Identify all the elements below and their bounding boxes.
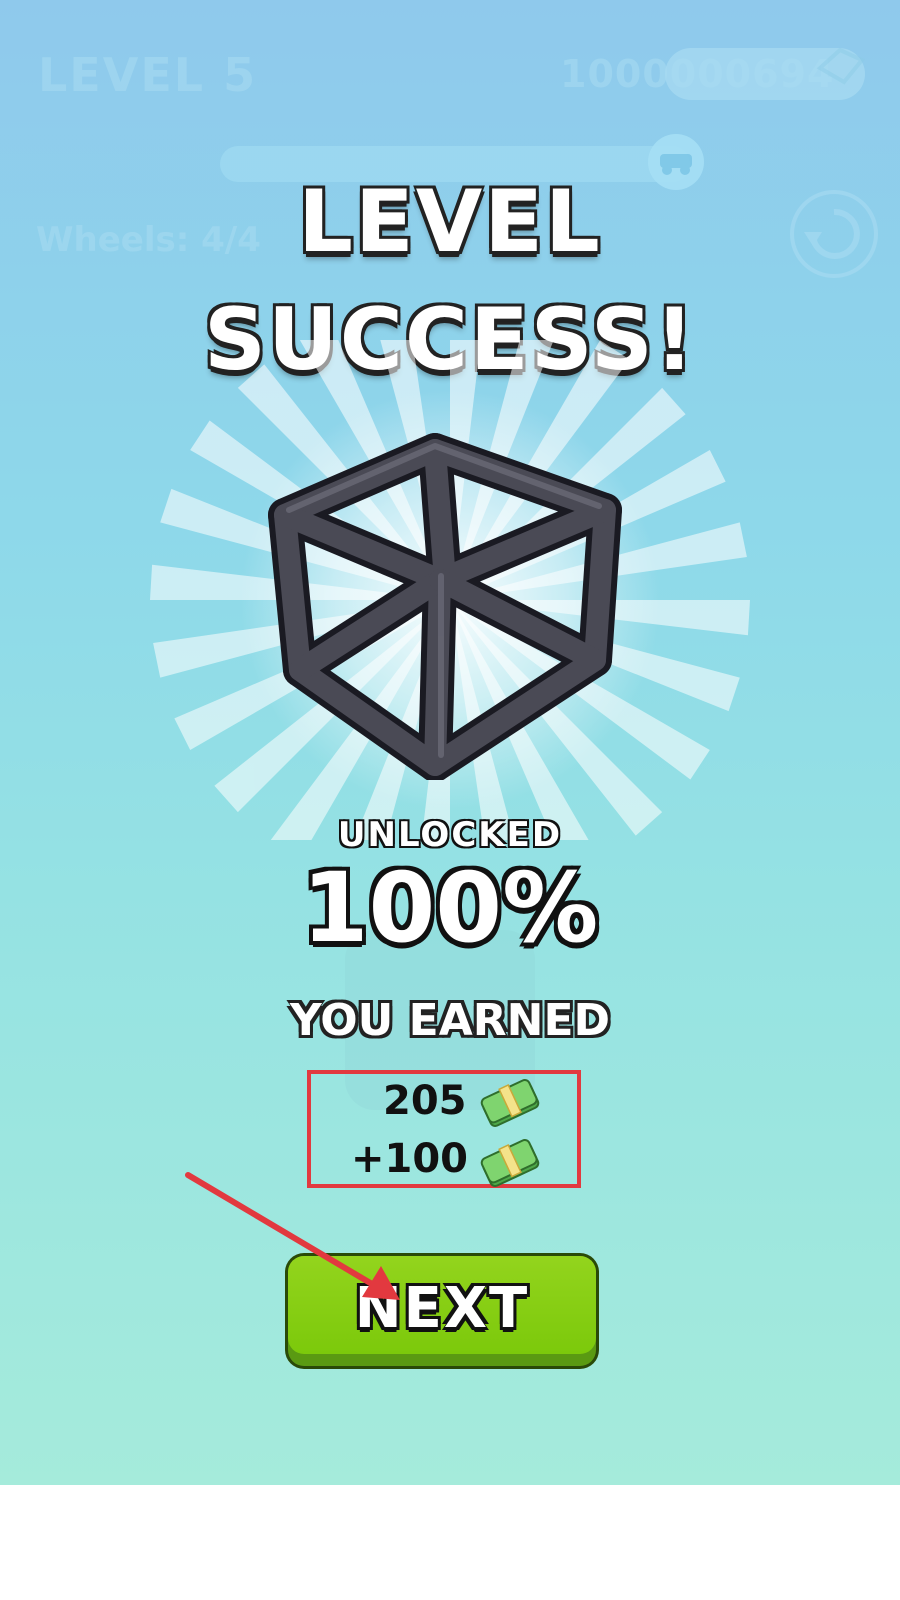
wireframe-cube-icon [268,433,622,780]
next-button-label: NEXT [354,1276,530,1341]
game-screen: LEVEL 5 1000000694 Wheels: 4/4 LEVEL SUC… [0,0,900,1485]
unlocked-label: UNLOCKED [337,815,563,855]
gem-icon [816,47,866,85]
coin-count: 1000000694 [560,52,835,96]
cash-icon [480,1079,540,1127]
next-button[interactable]: NEXT [288,1256,596,1366]
earned-label: YOU EARNED [289,995,611,1046]
unlocked-percent: 100% [301,852,599,964]
success-title-line1: LEVEL [298,172,602,272]
reward-base-amount: 205 [383,1078,467,1124]
reward-bonus-amount: +100 [351,1136,469,1182]
cash-icon [480,1139,540,1187]
level-label: LEVEL 5 [38,48,258,102]
